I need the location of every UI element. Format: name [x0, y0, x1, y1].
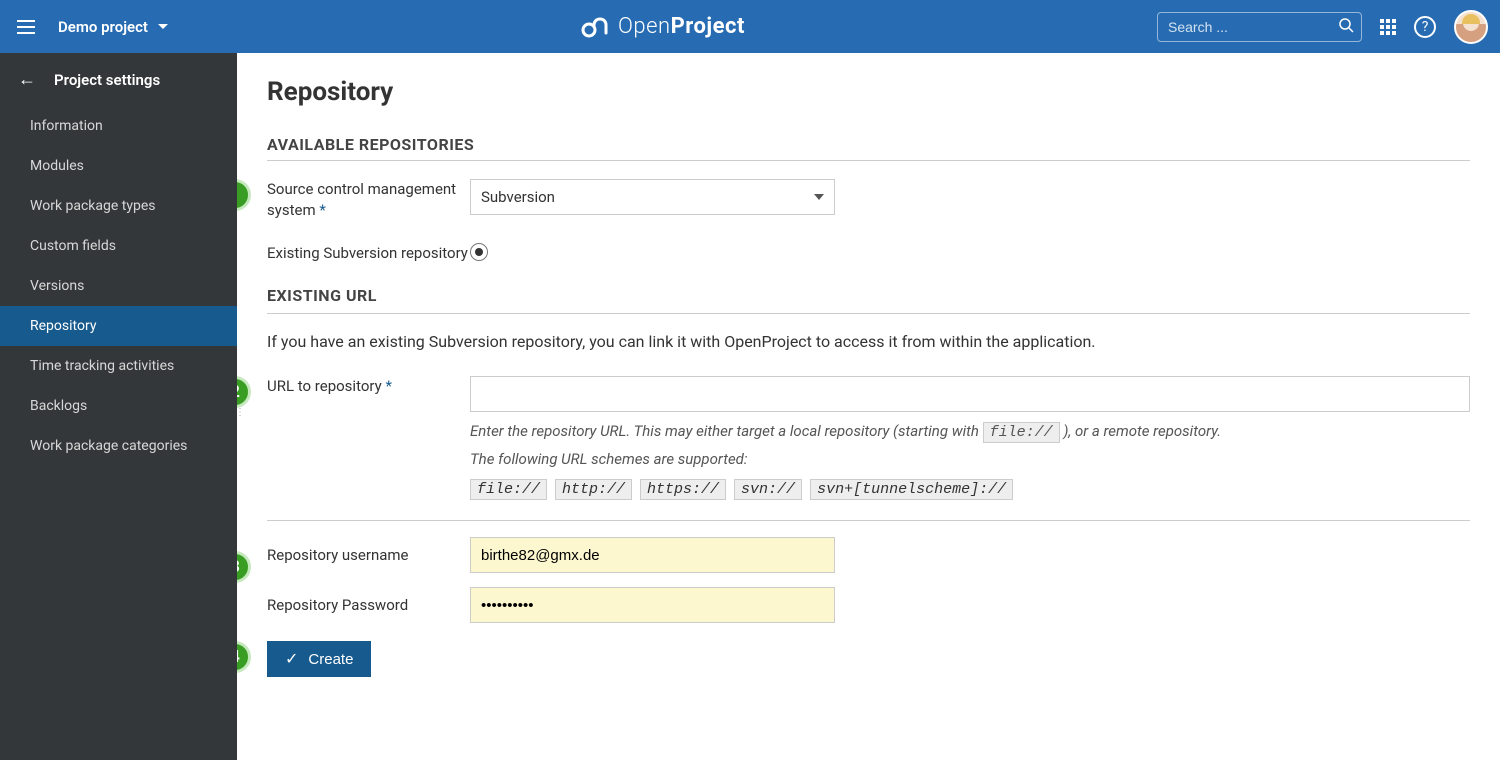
scheme-chip: svn://	[734, 479, 802, 500]
scheme-chip: file://	[470, 479, 547, 500]
avatar[interactable]	[1454, 10, 1488, 44]
sidebar-items: Information Modules Work package types C…	[0, 106, 237, 466]
url-input[interactable]	[470, 376, 1470, 412]
search-icon[interactable]	[1338, 17, 1354, 37]
sidebar-item-modules[interactable]: Modules	[0, 146, 237, 186]
project-name: Demo project	[58, 18, 148, 36]
logo-icon	[580, 9, 612, 45]
sidebar-item-repository[interactable]: Repository	[0, 306, 237, 346]
page-title: Repository	[267, 77, 1470, 107]
scheme-chip: svn+[tunnelscheme]://	[810, 479, 1013, 500]
callout-1: 1	[237, 179, 251, 211]
existing-repo-label: Existing Subversion repository	[267, 243, 470, 264]
help-icon[interactable]: ?	[1414, 16, 1436, 38]
password-input[interactable]	[470, 587, 835, 623]
section-available-repositories: AVAILABLE REPOSITORIES	[267, 135, 1470, 161]
url-schemes: file:// http:// https:// svn:// svn+[tun…	[470, 479, 1470, 500]
sidebar-item-work-package-types[interactable]: Work package types	[0, 186, 237, 226]
sidebar-title: Project settings	[54, 71, 160, 89]
username-input[interactable]	[470, 537, 835, 573]
chevron-down-icon	[814, 194, 824, 200]
logo-text: OpenProject	[618, 14, 745, 39]
back-arrow-icon[interactable]: ←	[18, 69, 36, 90]
create-button[interactable]: ✓ Create	[267, 641, 371, 677]
chevron-down-icon	[158, 24, 168, 29]
callout-3: 3	[237, 551, 251, 583]
apps-icon[interactable]	[1380, 19, 1396, 35]
scm-label: Source control management system *	[267, 179, 470, 221]
password-label: Repository Password	[267, 595, 470, 616]
scheme-chip: http://	[555, 479, 632, 500]
logo[interactable]: OpenProject	[168, 9, 1157, 45]
sidebar-item-time-tracking[interactable]: Time tracking activities	[0, 346, 237, 386]
sidebar-item-custom-fields[interactable]: Custom fields	[0, 226, 237, 266]
topbar: Demo project OpenProject ?	[0, 0, 1500, 53]
sidebar-item-information[interactable]: Information	[0, 106, 237, 146]
existing-url-help: If you have an existing Subversion repos…	[267, 330, 1470, 354]
search-wrap	[1157, 12, 1362, 42]
hamburger-icon[interactable]	[12, 15, 40, 39]
scheme-chip: https://	[640, 479, 726, 500]
sidebar: ← Project settings Information Modules W…	[0, 53, 237, 760]
existing-repo-radio[interactable]	[470, 243, 488, 261]
section-existing-url: EXISTING URL	[267, 286, 1470, 305]
sidebar-item-work-package-categories[interactable]: Work package categories	[0, 426, 237, 466]
url-hint: Enter the repository URL. This may eithe…	[470, 418, 1470, 473]
main-content: Repository AVAILABLE REPOSITORIES 1 Sour…	[237, 53, 1500, 760]
callout-4: 4	[237, 641, 251, 673]
sidebar-item-backlogs[interactable]: Backlogs	[0, 386, 237, 426]
check-icon: ✓	[285, 649, 298, 669]
project-selector[interactable]: Demo project	[58, 18, 168, 36]
search-input[interactable]	[1157, 12, 1362, 42]
username-label: Repository username	[267, 545, 470, 566]
scm-select[interactable]: Subversion	[470, 179, 835, 215]
sidebar-item-versions[interactable]: Versions	[0, 266, 237, 306]
url-label: URL to repository *	[267, 376, 470, 397]
callout-2: 2	[237, 376, 251, 408]
